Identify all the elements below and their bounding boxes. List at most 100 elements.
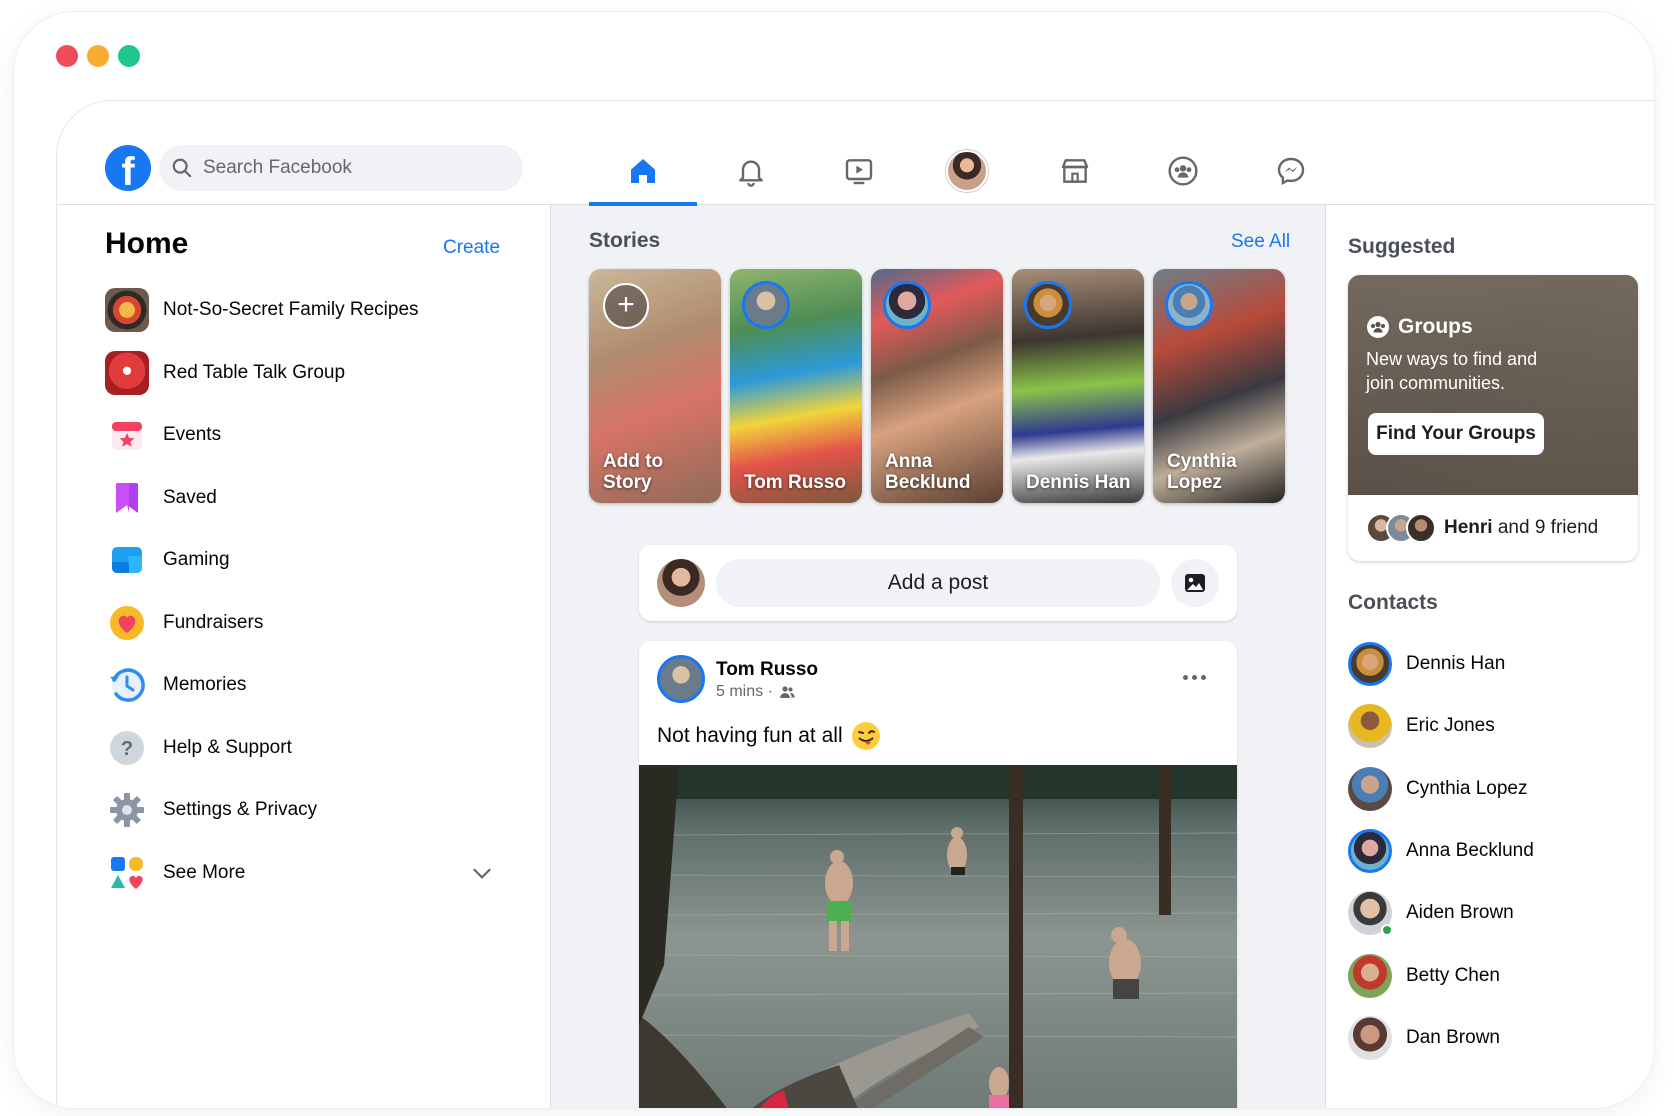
friends-count-text: and 9 friend <box>1497 517 1599 538</box>
suggested-title: Suggested <box>1348 235 1456 258</box>
sidebar-item-label: Saved <box>163 486 217 508</box>
post-time[interactable]: 5 mins · <box>716 683 773 701</box>
contact-avatar <box>1348 766 1392 811</box>
sidebar-item-family-recipes[interactable]: Not-So-Secret Family Recipes <box>105 279 505 342</box>
contact-avatar <box>1348 1015 1392 1060</box>
sidebar-item-red-table-talk[interactable]: Red Table Talk Group <box>105 342 505 405</box>
bell-icon <box>739 160 763 187</box>
post-author-name[interactable]: Tom Russo <box>716 659 818 681</box>
create-link[interactable]: Create <box>443 237 500 259</box>
contact-item[interactable]: Dennis Han <box>1348 633 1534 695</box>
story-card[interactable]: Dennis Han <box>1012 269 1144 503</box>
sidebar-item-label: Fundraisers <box>163 611 264 633</box>
sidebar-item-saved[interactable]: Saved <box>105 467 505 530</box>
groups-icon <box>1367 316 1389 338</box>
story-card[interactable]: Cynthia Lopez <box>1153 269 1285 503</box>
story-card[interactable]: Tom Russo <box>730 269 862 503</box>
sidebar-item-settings-privacy[interactable]: Settings & Privacy <box>105 779 505 842</box>
contact-item[interactable]: Aiden Brown <box>1348 882 1534 944</box>
search-bar[interactable] <box>159 145 523 191</box>
nav-marketplace[interactable] <box>1021 137 1129 205</box>
gear-icon <box>105 788 149 832</box>
nav-watch[interactable] <box>805 137 913 205</box>
post-options-button[interactable] <box>1177 665 1211 689</box>
find-your-groups-button[interactable]: Find Your Groups <box>1368 413 1544 455</box>
groups-card-subtitle: New ways to find and join communities. <box>1366 349 1538 393</box>
contact-item[interactable]: Dan Brown <box>1348 1007 1534 1069</box>
contact-name: Dan Brown <box>1406 1026 1500 1048</box>
contact-avatar <box>1348 704 1392 749</box>
sidebar-item-fundraisers[interactable]: Fundraisers <box>105 592 505 655</box>
close-window-button[interactable] <box>56 45 78 67</box>
photo-icon <box>1185 574 1205 592</box>
contact-name: Dennis Han <box>1406 653 1506 675</box>
news-feed: Stories See All + Add to Story Tom Russo… <box>551 205 1325 1108</box>
contact-avatar <box>1348 953 1392 998</box>
sidebar-item-events[interactable]: Events <box>105 404 505 467</box>
sidebar-title: Home <box>105 227 189 260</box>
add-story-button[interactable]: + <box>603 283 649 329</box>
story-label: Anna Becklund <box>885 451 971 493</box>
post-author-avatar[interactable] <box>657 655 705 703</box>
see-all-stories-link[interactable]: See All <box>1231 231 1290 253</box>
story-label: Add to Story <box>603 451 664 493</box>
chevron-down-icon[interactable] <box>469 860 495 886</box>
contact-name: Betty Chen <box>1406 964 1500 986</box>
contact-avatar <box>1348 829 1392 874</box>
post-photo[interactable] <box>639 765 1237 1108</box>
contact-item[interactable]: Anna Becklund <box>1348 820 1534 882</box>
feed-post: Tom Russo 5 mins · Not having fun at all <box>639 641 1237 1108</box>
story-card[interactable]: Anna Becklund <box>871 269 1003 503</box>
facebook-app: f Search Facebook Home Create Not-So-Sec… <box>56 100 1654 1108</box>
search-icon <box>172 158 192 178</box>
sidebar-item-label: Help & Support <box>163 736 292 758</box>
add-post-input[interactable]: Add a post <box>716 559 1160 607</box>
sidebar-item-help-support[interactable]: ? Help & Support <box>105 717 505 780</box>
stories-tray: + Add to Story Tom Russo Anna Becklund D… <box>589 269 1285 503</box>
sidebar-item-label: Settings & Privacy <box>163 799 318 821</box>
svg-text:?: ? <box>121 738 133 760</box>
top-navigation-bar: f <box>57 101 1654 206</box>
winking-tongue-emoji-icon <box>851 722 880 750</box>
messenger-icon <box>1277 157 1305 186</box>
mutual-friends-row[interactable]: Henri and 9 friend <box>1366 513 1598 543</box>
story-card-add[interactable]: + Add to Story <box>589 269 721 503</box>
group-thumbnail-red-table <box>105 350 149 395</box>
sidebar-item-see-more[interactable]: See More <box>105 842 505 905</box>
nav-messenger[interactable] <box>1237 137 1345 205</box>
contacts-title: Contacts <box>1348 591 1438 614</box>
shapes-icon <box>105 851 149 895</box>
question-icon: ? <box>105 726 149 770</box>
nav-home[interactable] <box>589 137 697 206</box>
profile-avatar <box>946 150 988 192</box>
sidebar-item-label: Memories <box>163 674 247 696</box>
maximize-window-button[interactable] <box>118 45 140 67</box>
video-play-icon <box>845 159 873 185</box>
right-sidebar: Suggested Groups New ways to find and jo… <box>1325 205 1654 1108</box>
contact-item[interactable]: Eric Jones <box>1348 695 1534 757</box>
app-window: f Search Facebook Home Create Not-So-Sec… <box>14 12 1654 1108</box>
nav-notifications[interactable] <box>697 137 805 205</box>
home-icon <box>631 159 655 183</box>
gaming-icon <box>105 538 149 582</box>
contacts-list: Dennis Han Eric Jones Cynthia Lopez Anna… <box>1348 633 1534 1069</box>
store-icon <box>1061 159 1089 183</box>
bookmark-icon <box>105 476 149 520</box>
suggested-groups-card: Groups New ways to find and join communi… <box>1348 275 1638 561</box>
contact-item[interactable]: Cynthia Lopez <box>1348 758 1534 820</box>
groups-icon <box>1168 156 1198 186</box>
nav-groups[interactable] <box>1129 137 1237 205</box>
contact-item[interactable]: Betty Chen <box>1348 944 1534 1006</box>
facebook-logo-icon[interactable]: f <box>105 145 151 191</box>
nav-profile[interactable] <box>913 137 1021 205</box>
sidebar-item-label: Not-So-Secret Family Recipes <box>163 299 419 321</box>
sidebar-item-gaming[interactable]: Gaming <box>105 529 505 592</box>
minimize-window-button[interactable] <box>87 45 109 67</box>
sidebar-menu: Not-So-Secret Family Recipes Red Table T… <box>105 279 505 904</box>
post-message: Not having fun at all <box>657 724 843 747</box>
sidebar-item-memories[interactable]: Memories <box>105 654 505 717</box>
story-avatar <box>742 281 790 329</box>
sidebar-item-label: Events <box>163 424 222 446</box>
search-input[interactable] <box>203 157 503 179</box>
add-photo-button[interactable] <box>1171 559 1219 607</box>
